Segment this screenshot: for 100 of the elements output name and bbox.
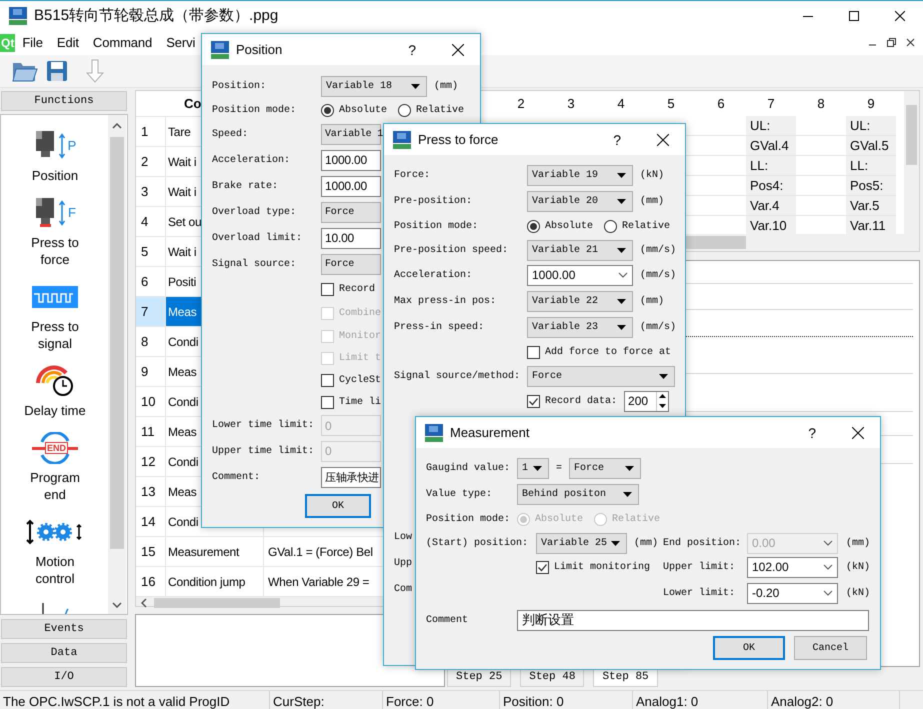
checkbox-icon[interactable] (536, 560, 549, 574)
radio-button[interactable]: Absolute (527, 220, 594, 232)
radio-button[interactable]: Absolute (321, 104, 388, 116)
dropdown[interactable]: Variable 23 (527, 316, 633, 338)
restore-icon[interactable] (887, 38, 896, 47)
command-name[interactable]: Meas (168, 424, 197, 438)
function-label[interactable]: Motion control (22, 552, 88, 587)
menu-item[interactable]: Edit (50, 35, 86, 50)
checkbox-icon[interactable] (321, 396, 334, 408)
radio-icon[interactable] (527, 220, 540, 232)
command-name[interactable]: Condi (168, 514, 198, 528)
row-number[interactable]: 5 (136, 237, 166, 267)
maximize-icon[interactable] (849, 10, 859, 20)
row-number[interactable]: 1 (136, 117, 166, 147)
row-number[interactable]: 2 (136, 147, 166, 177)
section-button[interactable]: Events (1, 619, 127, 640)
checkbox[interactable]: Limit monitoring (536, 560, 663, 574)
menu-item[interactable]: Servi (159, 35, 202, 50)
function-label[interactable]: Delay time (24, 402, 86, 419)
value-field[interactable]: 102.00 (747, 556, 838, 578)
command-name[interactable]: Set ou (168, 214, 202, 228)
row-number[interactable]: 7 (136, 297, 166, 327)
command-name[interactable]: Condi (168, 454, 198, 468)
dropdown[interactable]: Variable 20 (527, 190, 633, 212)
radio-icon[interactable] (398, 104, 412, 116)
checkbox-icon[interactable] (321, 283, 334, 296)
row-number[interactable]: 11 (136, 417, 166, 447)
panel-header[interactable]: Functions (1, 91, 127, 111)
radio-icon[interactable] (321, 104, 334, 116)
checkbox[interactable]: Time li (321, 396, 382, 408)
scroll-thumb[interactable] (110, 136, 124, 549)
dropdown[interactable]: Variable 22 (527, 290, 633, 312)
dropdown[interactable]: 1 (517, 458, 549, 478)
checkbox[interactable]: Record (321, 283, 376, 296)
input-field[interactable]: 判断设置 (517, 610, 869, 630)
scroll-down-icon[interactable] (112, 602, 122, 608)
command-name[interactable]: Positi (168, 274, 196, 288)
dropdown[interactable]: Variable 25 (536, 532, 627, 554)
command-name[interactable]: Tare (168, 124, 191, 138)
command-name[interactable]: Wait i (168, 154, 196, 168)
function-label[interactable]: Press to force (22, 234, 88, 268)
scroll-up-icon[interactable] (112, 122, 122, 129)
dropdown[interactable]: Force (321, 202, 381, 222)
close-icon[interactable] (906, 38, 915, 47)
row-number[interactable]: 12 (136, 447, 166, 477)
row-number[interactable]: 8 (136, 327, 166, 357)
close-icon[interactable] (657, 134, 669, 146)
input-field[interactable]: 10.00 (321, 228, 381, 248)
command-name[interactable]: Condi (168, 394, 198, 408)
help-button[interactable]: ? (613, 132, 621, 148)
close-icon[interactable] (852, 426, 864, 438)
close-icon[interactable] (452, 44, 464, 56)
row-number[interactable]: 14 (136, 507, 166, 537)
close-icon[interactable] (895, 10, 905, 20)
dropdown[interactable]: Force (527, 366, 675, 386)
dropdown[interactable]: Variable 19 (527, 164, 633, 186)
checkbox[interactable]: CycleSt (321, 374, 382, 386)
help-button[interactable]: ? (408, 42, 416, 58)
section-button[interactable]: I/O (1, 667, 127, 687)
function-label[interactable]: Program end (22, 468, 88, 503)
checkbox-icon[interactable] (527, 394, 540, 408)
spin-box[interactable]: 200 (624, 390, 670, 412)
command-name[interactable]: Wait i (168, 184, 196, 198)
value-field[interactable]: 1000.00 (527, 264, 633, 286)
command-name[interactable]: Meas (168, 304, 197, 318)
row-number[interactable]: 10 (136, 387, 166, 417)
checkbox[interactable]: Add force to force at (527, 346, 672, 358)
command-name[interactable]: Condi (168, 334, 198, 348)
command-name[interactable]: Wait i (168, 244, 196, 258)
input-field[interactable]: 1000.00 (321, 176, 381, 196)
radio-icon[interactable] (604, 220, 618, 232)
scroll-thumb[interactable] (154, 598, 280, 608)
dialog-button[interactable]: OK (713, 636, 785, 660)
help-button[interactable]: ? (808, 424, 816, 440)
radio-button[interactable]: Relative (604, 220, 670, 232)
menu-item[interactable]: File (15, 35, 50, 50)
dropdown[interactable]: Force (569, 458, 642, 478)
command-name[interactable]: Meas (168, 484, 197, 498)
dialog-button[interactable]: OK (305, 494, 371, 518)
row-number[interactable]: 3 (136, 177, 166, 207)
command-name[interactable]: Meas (168, 364, 197, 378)
row-number[interactable]: 9 (136, 357, 166, 387)
save-icon[interactable] (46, 60, 68, 82)
section-button[interactable]: Data (1, 643, 127, 664)
scroll-left-icon[interactable] (141, 598, 147, 608)
radio-button[interactable]: Relative (398, 104, 464, 116)
dropdown[interactable]: Variable 21 (527, 240, 633, 260)
scroll-thumb[interactable] (906, 105, 917, 165)
input-field[interactable]: 压轴承快进 (321, 466, 381, 488)
row-number[interactable]: 15 (136, 537, 166, 567)
command-name[interactable]: Condition jump (168, 574, 246, 588)
function-label[interactable]: Position (32, 166, 78, 184)
dropdown[interactable]: Variable 1 (321, 124, 381, 145)
dialog-button[interactable]: Cancel (794, 636, 867, 660)
row-number[interactable]: 13 (136, 477, 166, 507)
value-field[interactable]: -0.20 (747, 582, 838, 604)
checkbox-icon[interactable] (321, 374, 334, 386)
function-label[interactable]: Press to signal (22, 318, 88, 352)
dropdown[interactable]: Variable 18 (321, 76, 427, 96)
checkbox-icon[interactable] (527, 346, 540, 358)
